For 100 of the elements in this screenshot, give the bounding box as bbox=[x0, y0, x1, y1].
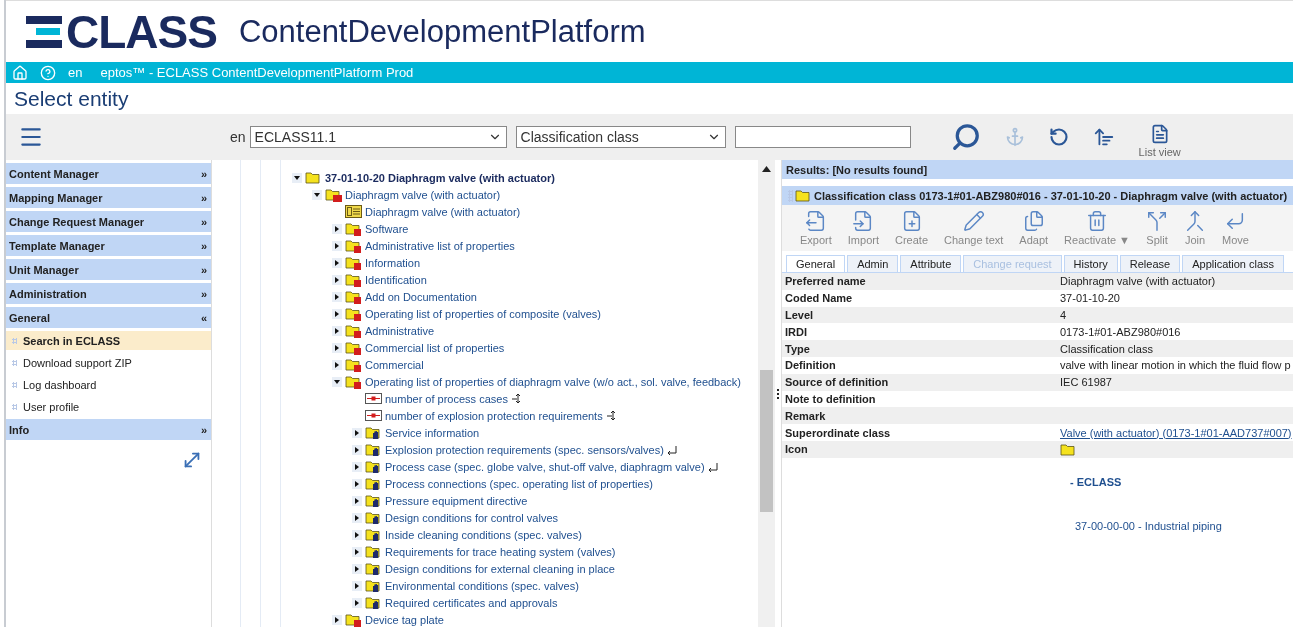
tree-item[interactable]: Inside cleaning conditions (spec. valves) bbox=[385, 528, 582, 541]
tree-item[interactable]: Process connections (spec. operating list of properties) bbox=[385, 477, 653, 490]
updown-cursor-icon bbox=[605, 410, 618, 421]
property-name: Definition bbox=[784, 359, 837, 372]
flagged-folder-icon bbox=[345, 272, 362, 287]
sidebar-section[interactable]: Administration » bbox=[6, 283, 211, 304]
sidebar-section[interactable]: Info » bbox=[6, 419, 211, 440]
app-title: eptos™ - ECLASS ContentDevelopmentPlatform Prod bbox=[100, 65, 414, 80]
sidebar-section[interactable]: Mapping Manager » bbox=[6, 187, 211, 208]
tree-item[interactable]: number of process cases bbox=[385, 392, 508, 405]
property-icon bbox=[365, 393, 382, 404]
tab[interactable]: Application class bbox=[1182, 255, 1285, 272]
tree-item[interactable]: Commercial bbox=[365, 358, 424, 371]
tree-item[interactable]: 37-01-10-20 Diaphragm valve (with actuator) bbox=[325, 171, 555, 184]
tab[interactable]: Release bbox=[1119, 255, 1181, 272]
expand-toggle[interactable] bbox=[332, 359, 342, 370]
flagged-folder-icon bbox=[345, 357, 362, 372]
expand-toggle[interactable] bbox=[332, 308, 342, 319]
sidebar-item[interactable]: Search in ECLASS bbox=[6, 331, 211, 350]
sidebar-item[interactable]: Download support ZIP bbox=[6, 353, 211, 372]
sort-button[interactable] bbox=[1092, 126, 1115, 148]
sidebar-section[interactable]: Unit Manager » bbox=[6, 259, 211, 280]
expand-toggle[interactable] bbox=[352, 512, 362, 523]
property-value: 37-01-10-20 bbox=[1060, 292, 1121, 305]
tree-item[interactable]: Environmental conditions (spec. valves) bbox=[385, 579, 579, 592]
sidebar-section[interactable]: Template Manager » bbox=[6, 235, 211, 256]
tree-item[interactable]: Process case (spec. globe valve, shut-off valve, diaphragm valve) bbox=[385, 460, 705, 473]
search-button[interactable] bbox=[950, 122, 981, 152]
sidebar-section[interactable]: General « bbox=[6, 307, 211, 328]
bin-icon bbox=[1086, 210, 1109, 232]
sidebar-section[interactable]: Content Manager » bbox=[6, 163, 211, 184]
entity-type-select[interactable]: Classification class bbox=[515, 126, 726, 148]
tree-item[interactable]: Commercial list of properties bbox=[365, 341, 505, 354]
tree-item[interactable]: Add on Documentation bbox=[365, 290, 477, 303]
tree-item[interactable]: Administrative bbox=[365, 324, 435, 337]
tree-item[interactable]: Requirements for trace heating system (valves) bbox=[385, 545, 616, 558]
tree-item[interactable]: Operating list of properties of diaphragm valve (w/o act., sol. valve, feedback) bbox=[365, 375, 741, 388]
tree-item[interactable]: Pressure equipment directive bbox=[385, 494, 528, 507]
scroll-up-icon[interactable] bbox=[762, 166, 771, 172]
expand-toggle[interactable] bbox=[352, 495, 362, 506]
expand-toggle[interactable] bbox=[352, 580, 362, 591]
tab[interactable]: History bbox=[1063, 255, 1118, 272]
entity-title: Classification class 0173-1#01-ABZ980#016 - 37-01-10-20 - Diaphragm valve (with actuator) bbox=[814, 189, 1288, 202]
expand-toggle[interactable] bbox=[332, 257, 342, 268]
tree-item[interactable]: Design conditions for external cleaning in place bbox=[385, 562, 615, 575]
expand-toggle[interactable] bbox=[332, 325, 342, 336]
hand-folder-icon bbox=[365, 476, 382, 491]
expand-toggle[interactable] bbox=[352, 444, 362, 455]
tab[interactable]: Admin bbox=[847, 255, 899, 272]
expand-toggle[interactable] bbox=[332, 240, 342, 251]
collapse-toggle[interactable] bbox=[332, 376, 342, 387]
results-header: Results: [No results found] bbox=[782, 160, 1293, 179]
expand-toggle[interactable] bbox=[352, 461, 362, 472]
property-name: Icon bbox=[784, 443, 809, 456]
expand-toggle[interactable] bbox=[332, 291, 342, 302]
expand-toggle[interactable] bbox=[352, 478, 362, 489]
expand-toggle[interactable] bbox=[352, 546, 362, 557]
collapse-toggle[interactable] bbox=[292, 172, 302, 183]
flagged-folder-icon bbox=[345, 374, 362, 389]
scrollbar-thumb[interactable] bbox=[760, 370, 773, 512]
expand-toggle[interactable] bbox=[352, 529, 362, 540]
hand-folder-icon bbox=[365, 595, 382, 610]
sidebar-section[interactable]: Change Request Manager » bbox=[6, 211, 211, 232]
tree-item[interactable]: Device tag plate bbox=[365, 613, 444, 626]
tree-item[interactable]: Operating list of properties of composite (valves) bbox=[365, 307, 601, 320]
expand-toggle[interactable] bbox=[352, 427, 362, 438]
expand-toggle[interactable] bbox=[332, 342, 342, 353]
tree-item[interactable]: Design conditions for control valves bbox=[385, 511, 559, 524]
flagged-folder-icon bbox=[345, 306, 362, 321]
tree-item[interactable]: number of explosion protection requirements bbox=[385, 409, 603, 422]
tree-item[interactable]: Required certificates and approvals bbox=[385, 596, 558, 609]
collapse-toggle[interactable] bbox=[312, 189, 322, 200]
page-title: Select entity bbox=[13, 86, 130, 112]
refresh-button[interactable] bbox=[1048, 127, 1069, 147]
sidebar-item[interactable]: User profile bbox=[6, 397, 211, 416]
list-button[interactable]: List view bbox=[1138, 124, 1181, 158]
tree-item[interactable]: Diaphragm valve (with actuator) bbox=[365, 205, 521, 218]
expand-toggle[interactable] bbox=[352, 597, 362, 608]
expand-toggle[interactable] bbox=[352, 563, 362, 574]
hand-folder-icon bbox=[365, 459, 382, 474]
property-name: IRDI bbox=[784, 325, 808, 338]
tree-item[interactable]: Diaphragm valve (with actuator) bbox=[345, 188, 501, 201]
logo-text: CLASS bbox=[66, 4, 217, 59]
tab[interactable]: Attribute bbox=[900, 255, 962, 272]
scrollbar[interactable] bbox=[758, 160, 775, 627]
expand-toggle[interactable] bbox=[332, 274, 342, 285]
superordinate-link[interactable]: Valve (with actuator) (0173-1#01-AAD737#007) bbox=[1060, 426, 1292, 439]
tab[interactable]: General bbox=[786, 255, 846, 272]
tree-item[interactable]: Software bbox=[365, 222, 409, 235]
tree-item[interactable]: Explosion protection requirements (spec. sensors/valves) bbox=[385, 443, 664, 456]
tree-item[interactable]: Information bbox=[365, 256, 421, 269]
tree-item[interactable]: Administrative list of properties bbox=[365, 239, 515, 252]
property-name: Superordinate class bbox=[784, 426, 892, 439]
sidebar-item[interactable]: Log dashboard bbox=[6, 375, 211, 394]
expand-toggle[interactable] bbox=[332, 223, 342, 234]
search-field[interactable] bbox=[734, 126, 911, 148]
catalog-select[interactable]: ECLASS11.1 bbox=[249, 126, 507, 148]
tree-item[interactable]: Identification bbox=[365, 273, 427, 286]
tree-item[interactable]: Service information bbox=[385, 426, 480, 439]
expand-toggle[interactable] bbox=[332, 614, 342, 625]
